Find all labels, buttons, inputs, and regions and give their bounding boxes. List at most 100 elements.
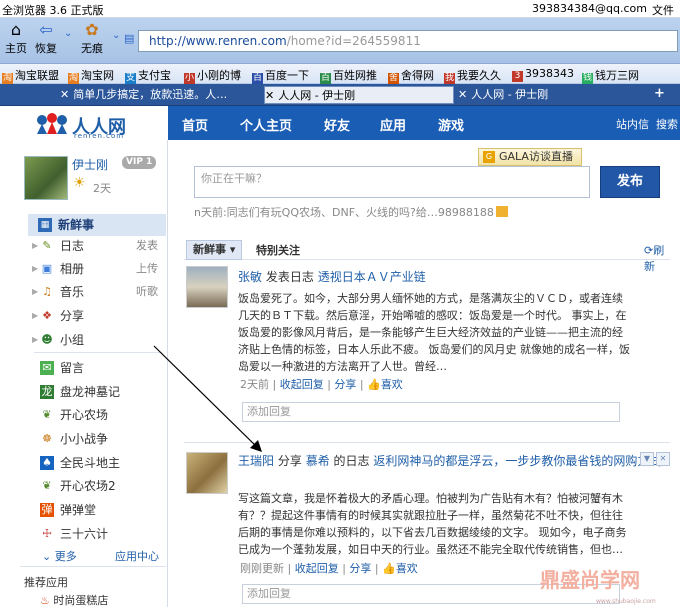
favorites-bar: 淘淘宝联盟 淘淘宝网 支支付宝 小小刚的博 百百度一下 百百姓网推 舍舍得网 我…: [0, 64, 680, 84]
main-nav: 首页 个人主页 好友 应用 游戏 站内信 搜索: [168, 106, 680, 140]
profile-name[interactable]: 伊士刚: [72, 156, 108, 173]
group-icon: ☻: [41, 333, 53, 346]
page-icon: ▤: [124, 32, 135, 45]
fav-item[interactable]: 百百度一下: [252, 67, 309, 84]
sidebar-item-album[interactable]: ▶ ▣ 相册 上传: [32, 259, 160, 279]
feed-user[interactable]: 张敏: [238, 270, 262, 284]
home-button[interactable]: ⌂ 主页: [0, 20, 32, 56]
recommended-app-item[interactable]: ♨ 时尚蛋糕店: [40, 592, 108, 608]
renren-logo-icon: [37, 113, 67, 134]
fav-item[interactable]: 小小刚的博: [184, 67, 241, 84]
browser-tab[interactable]: ✕ 人人网 - 伊士刚: [458, 86, 644, 104]
app-item[interactable]: ✉ 留言: [40, 358, 160, 378]
nav-apps[interactable]: 应用: [380, 115, 406, 134]
publish-button[interactable]: 发布: [600, 166, 660, 198]
more-apps-link[interactable]: ⌄ 更多: [42, 548, 77, 564]
vip-badge[interactable]: VIP 1: [122, 156, 157, 169]
browser-tab[interactable]: ✕ 简单几步搞定，放款迅速。人…: [60, 86, 260, 104]
divider: [20, 566, 166, 567]
sidebar-item-journal[interactable]: ▶ ✎ 日志 发表: [32, 236, 160, 256]
expand-arrow-icon[interactable]: ▶: [32, 236, 38, 256]
emoticon-icon: [495, 206, 508, 217]
gala-live-button[interactable]: G GALA访谈直播: [478, 148, 582, 166]
share-link[interactable]: 分享: [349, 562, 371, 575]
farm-icon: ❦: [42, 479, 52, 492]
music-listen-link[interactable]: 听歌: [136, 282, 158, 302]
address-bar[interactable]: http://www.renren.com/home?id=264559811: [138, 30, 678, 52]
app-item[interactable]: 龙盘龙神墓记: [40, 382, 160, 402]
fav-item[interactable]: 钱钱万三网: [582, 67, 639, 84]
back-arrow-icon: ⇦: [39, 20, 53, 39]
tab-special-focus[interactable]: 特别关注: [256, 242, 300, 258]
nav-friends[interactable]: 好友: [324, 115, 350, 134]
nav-profile[interactable]: 个人主页: [240, 115, 292, 134]
feed-meta: 刚刚更新 | 收起回复 | 分享 | 👍喜欢: [240, 562, 418, 575]
fav-item[interactable]: 舍舍得网: [388, 67, 434, 84]
fav-item[interactable]: 淘淘宝联盟: [2, 67, 59, 84]
expand-arrow-icon[interactable]: ▶: [32, 330, 38, 350]
tab-label: 人人网 - 伊士刚: [471, 88, 549, 101]
expand-arrow-icon[interactable]: ▶: [32, 306, 38, 326]
sidebar-item-music[interactable]: ▶ ♫ 音乐 听歌: [32, 282, 160, 302]
feed-title[interactable]: 返利网神马的都是浮云，一步步教你最省钱的网购方式: [373, 454, 661, 468]
like-link[interactable]: 👍喜欢: [367, 378, 403, 391]
sidebar-item-share[interactable]: ▶ ❖ 分享: [32, 306, 160, 326]
app-center-link[interactable]: 应用中心: [115, 548, 159, 564]
feed-title[interactable]: 透视日本ＡＶ产业链: [318, 270, 426, 284]
app-item[interactable]: ❦ 开心农场2: [40, 476, 160, 496]
file-menu[interactable]: 文件: [652, 2, 674, 18]
sidebar-item-new-feed[interactable]: ▦ 新鲜事: [28, 214, 166, 236]
fav-item[interactable]: 3 3938343: [512, 67, 574, 82]
album-upload-link[interactable]: 上传: [136, 259, 158, 279]
feed-icon: ▦: [38, 218, 52, 232]
nav-messages[interactable]: 站内信: [616, 116, 649, 132]
renren-logo[interactable]: 人人网 renren.com: [34, 110, 144, 140]
close-icon[interactable]: ✕: [656, 452, 670, 466]
chevron-down-icon: ⌄: [42, 550, 55, 563]
feed-controls: ▼ ✕: [638, 450, 670, 466]
chevron-down-icon[interactable]: ⌄: [112, 30, 120, 41]
last-status-hint[interactable]: n天前:同志们有玩QQ农场、DNF、火线的吗?给…98988188: [194, 204, 508, 220]
close-icon[interactable]: ✕: [265, 89, 274, 102]
share-link[interactable]: 分享: [334, 378, 356, 391]
chevron-down-icon[interactable]: ⌄: [64, 28, 72, 39]
browser-tab-active[interactable]: ✕ 人人网 - 伊士刚: [264, 86, 454, 104]
collapse-replies-link[interactable]: 收起回复: [280, 378, 324, 391]
feed-avatar[interactable]: [186, 266, 228, 308]
bomb-game-icon: 弹: [40, 503, 54, 517]
close-icon[interactable]: ✕: [458, 88, 467, 101]
fav-item[interactable]: 我我要久久: [444, 67, 501, 84]
collapse-feed-icon[interactable]: ▼: [640, 452, 654, 466]
status-input[interactable]: 你正在干嘛？: [194, 166, 590, 198]
journal-post-link[interactable]: 发表: [136, 236, 158, 256]
sidebar-item-group[interactable]: ▶ ☻ 小组: [32, 330, 160, 350]
fav-item[interactable]: 支支付宝: [125, 67, 171, 84]
tab-label: 简单几步搞定，放款迅速。人…: [73, 88, 228, 101]
paw-icon: ✿: [85, 20, 99, 39]
reply-input[interactable]: 添加回复: [242, 402, 620, 422]
expand-arrow-icon[interactable]: ▶: [32, 282, 38, 302]
avatar[interactable]: [24, 156, 68, 200]
collapse-replies-link[interactable]: 收起回复: [295, 562, 339, 575]
feed-owner[interactable]: 慕希: [306, 454, 330, 468]
app-item[interactable]: ♠ 全民斗地主: [40, 453, 160, 473]
like-link[interactable]: 👍喜欢: [382, 562, 418, 575]
nav-games[interactable]: 游戏: [438, 115, 464, 134]
strategy-game-icon: ☩: [42, 527, 52, 540]
nav-home[interactable]: 首页: [182, 115, 208, 134]
app-item[interactable]: ❦ 开心农场: [40, 405, 160, 425]
expand-arrow-icon[interactable]: ▶: [32, 259, 38, 279]
fav-item[interactable]: 淘淘宝网: [68, 67, 114, 84]
nav-search[interactable]: 搜索: [656, 116, 678, 132]
app-item[interactable]: ☩ 三十六计: [40, 524, 160, 544]
fav-item[interactable]: 百百姓网推: [320, 67, 377, 84]
restore-button[interactable]: ⇦ 恢复: [30, 20, 62, 56]
new-tab-icon[interactable]: +: [654, 86, 665, 101]
app-item[interactable]: ☸ 小小战争: [40, 429, 160, 449]
account-label[interactable]: 393834384@qq.com: [532, 2, 647, 15]
app-item[interactable]: 弹弹弹堂: [40, 500, 160, 520]
tab-new-feed[interactable]: 新鲜事 ▾: [186, 240, 243, 260]
feed-tabs: 新鲜事 ▾ 特别关注 ⟳刷新: [184, 240, 670, 273]
traceless-button[interactable]: ✿ 无痕: [76, 20, 108, 56]
close-icon[interactable]: ✕: [60, 88, 69, 101]
